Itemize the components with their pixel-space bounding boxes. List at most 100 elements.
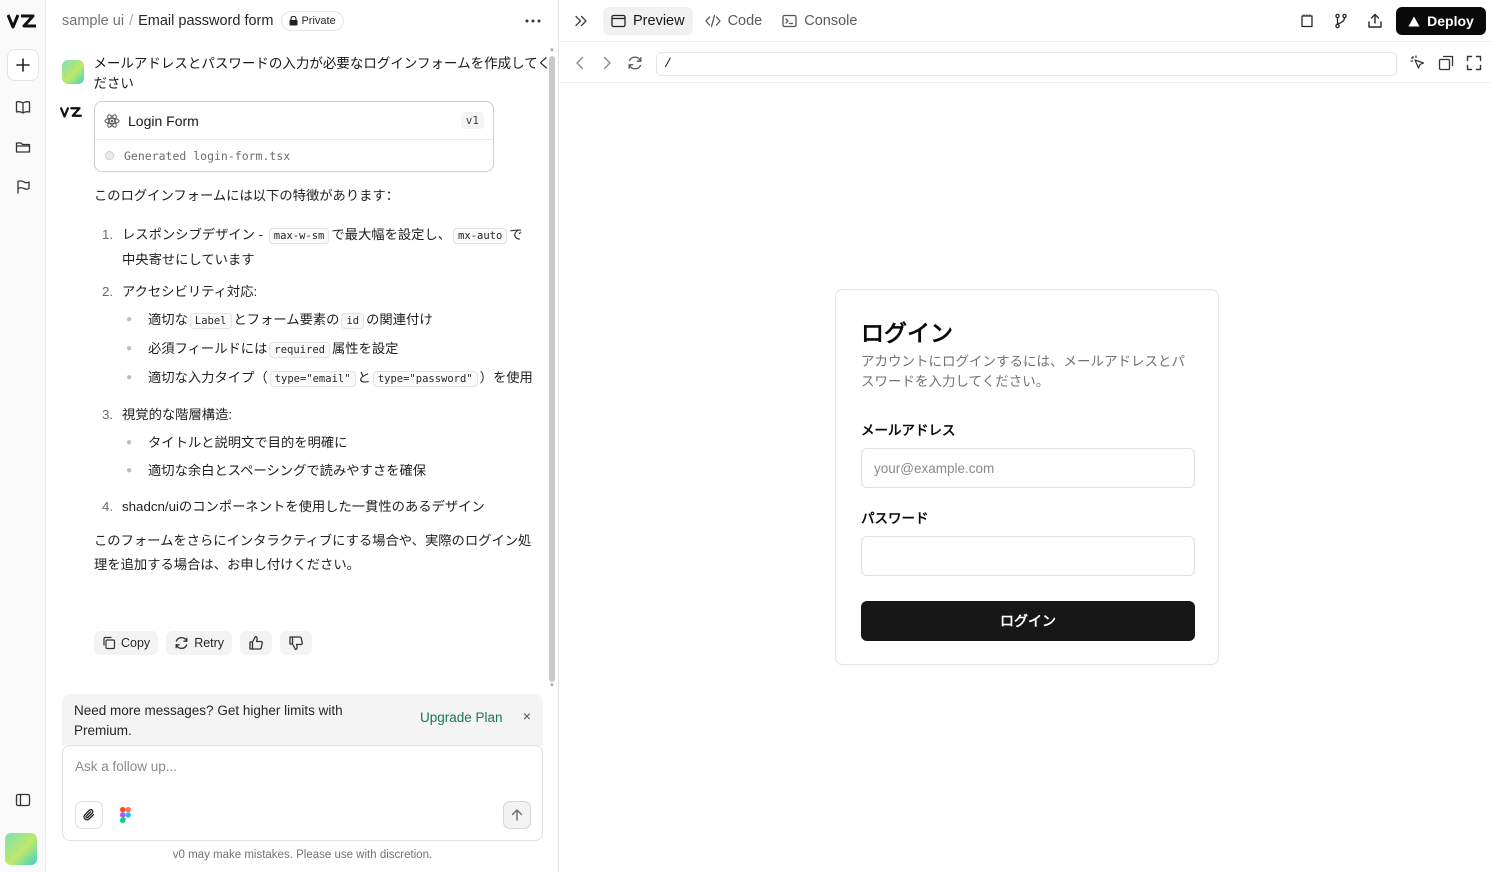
thumbs-up-icon: [249, 635, 263, 650]
git-branch-icon[interactable]: [1331, 11, 1351, 31]
text-segment: で最大幅を設定し、: [331, 227, 452, 242]
text-segment: レスポンシブデザイン -: [122, 227, 267, 242]
new-chat-button[interactable]: [7, 49, 39, 81]
more-options-icon[interactable]: [522, 11, 544, 31]
figma-import-button[interactable]: [115, 805, 135, 825]
sub-list-item: ● タイトルと説明文で目的を明確に: [122, 431, 534, 455]
text-segment: 適切な入力タイプ（: [148, 370, 268, 385]
fullscreen-icon[interactable]: [1466, 55, 1482, 71]
tab-preview[interactable]: Preview: [603, 7, 693, 35]
collapse-chevrons-icon[interactable]: [572, 12, 590, 30]
sub-item-text: 適切な余白とスペーシングで読みやすさを確保: [148, 463, 427, 478]
list-item: 3. 視覚的な階層構造: ● タイトルと説明文で目的を明確に ● 適切な余白とスペー…: [94, 403, 534, 487]
bullet-icon: ●: [126, 343, 133, 354]
thumbs-down-button[interactable]: [280, 631, 313, 655]
forward-arrow-icon[interactable]: [599, 55, 615, 71]
list-number: 1.: [102, 227, 114, 242]
tab-console[interactable]: Console: [774, 7, 865, 35]
email-field[interactable]: [861, 448, 1195, 488]
answer-closing: このフォームをさらにインタラクティブにする場合や、実際のログイン処理を追加する場…: [94, 533, 532, 572]
folder-icon[interactable]: [7, 131, 39, 163]
tab-console-label: Console: [804, 13, 858, 29]
text-segment: とフォーム要素の: [233, 312, 340, 327]
user-avatar[interactable]: [5, 833, 37, 865]
url-input[interactable]: /: [656, 52, 1397, 76]
scroll-down-arrow-icon[interactable]: ▼: [549, 683, 555, 689]
chat-title[interactable]: Email password form: [138, 13, 273, 29]
flag-icon[interactable]: [7, 171, 39, 203]
back-arrow-icon[interactable]: [572, 55, 588, 71]
copy-icon: [103, 636, 116, 650]
list-item: 2. アクセシビリティ対応: ● 適切な Label とフォーム要素の id の関連付け …: [94, 280, 534, 395]
list-number: 3.: [102, 407, 114, 422]
open-new-window-icon[interactable]: [1438, 55, 1454, 71]
disclaimer-text: v0 may make mistakes. Please use with di…: [172, 849, 433, 861]
sub-list: ● 適切な Label とフォーム要素の id の関連付け ● 必須フィールドには requi…: [122, 308, 534, 391]
password-label: パスワード: [861, 511, 929, 526]
inline-code: max-w-sm: [268, 228, 330, 244]
figma-icon: [119, 807, 131, 823]
toolbar-actions: [1297, 11, 1385, 31]
react-icon: [104, 113, 120, 128]
inline-code: Label: [189, 313, 232, 329]
chat-scrollbar[interactable]: [549, 56, 555, 682]
version-snapshot-icon[interactable]: [1297, 11, 1317, 31]
copy-button[interactable]: Copy: [94, 631, 159, 655]
breadcrumb-project[interactable]: sample ui: [62, 13, 124, 29]
inline-code: mx-auto: [453, 228, 508, 244]
message-list[interactable]: メールアドレスとパスワードの入力が必要なログインフォームを作成してください Lo…: [46, 42, 559, 692]
generation-status: Generated login-form.tsx: [95, 140, 493, 171]
bullet-icon: ●: [126, 372, 133, 383]
password-field[interactable]: [861, 536, 1195, 576]
tab-preview-label: Preview: [633, 13, 685, 29]
reload-icon[interactable]: [627, 55, 643, 71]
generation-card-header: Login Form v1: [95, 102, 493, 140]
message-actions: Copy Retry: [94, 631, 313, 655]
list-item-text: shadcn/uiのコンポーネントを使用した一貫性のあるデザイン: [122, 499, 485, 514]
login-submit-button[interactable]: ログイン: [861, 601, 1195, 641]
status-dot-icon: [105, 151, 114, 160]
scroll-up-arrow-icon[interactable]: ▲: [549, 47, 555, 53]
share-upload-icon[interactable]: [1365, 11, 1385, 31]
send-button[interactable]: [503, 801, 531, 829]
deploy-button[interactable]: Deploy: [1396, 7, 1486, 35]
thumbs-up-button[interactable]: [240, 631, 273, 655]
library-icon[interactable]: [7, 91, 39, 123]
code-icon: [704, 14, 721, 28]
preview-icon: [611, 14, 626, 28]
sub-list-item: ● 必須フィールドには required 属性を設定: [122, 337, 534, 362]
user-message: メールアドレスとパスワードの入力が必要なログインフォームを作成してください: [62, 52, 559, 92]
sidebar-panel-icon[interactable]: [7, 784, 39, 816]
close-icon[interactable]: ×: [523, 708, 531, 724]
copy-label: Copy: [121, 636, 151, 650]
tab-code-label: Code: [727, 13, 763, 29]
list-item-title: アクセシビリティ対応:: [122, 284, 258, 299]
retry-label: Retry: [194, 636, 225, 650]
tab-code[interactable]: Code: [697, 7, 771, 35]
generation-card[interactable]: Login Form v1 Generated login-form.tsx: [94, 101, 494, 172]
inline-code: type="email": [269, 371, 356, 387]
retry-button[interactable]: Retry: [166, 631, 233, 655]
v0-assistant-icon: [60, 105, 84, 119]
refresh-icon: [175, 637, 188, 649]
element-select-icon[interactable]: [1410, 55, 1426, 71]
attach-button[interactable]: [75, 801, 103, 829]
list-item-text: レスポンシブデザイン - max-w-sm で最大幅を設定し、 mx-auto で中央…: [122, 223, 534, 272]
preview-url-bar: /: [560, 43, 1491, 83]
list-item-title: 視覚的な階層構造:: [122, 407, 233, 422]
follow-up-input[interactable]: [75, 759, 495, 774]
console-icon: [782, 14, 797, 28]
paperclip-icon: [83, 808, 95, 821]
v0-logo-icon[interactable]: [7, 5, 39, 37]
thumbs-down-icon: [289, 636, 303, 651]
bullet-icon: ●: [126, 437, 133, 448]
inline-code: id: [341, 313, 365, 329]
text-segment: 必須フィールドには: [148, 341, 268, 356]
view-tabs: Preview Code Console: [603, 7, 865, 35]
list-item-body: 視覚的な階層構造: ● タイトルと説明文で目的を明確に ● 適切な余白とスペーシング…: [122, 403, 534, 487]
upgrade-plan-link[interactable]: Upgrade Plan: [420, 710, 503, 725]
sub-list-item: ● 適切な Label とフォーム要素の id の関連付け: [122, 308, 534, 333]
login-description: アカウントにログインするには、メールアドレスとパスワードを入力してください。: [861, 354, 1185, 389]
private-badge[interactable]: Private: [281, 11, 344, 31]
text-segment: と: [357, 370, 371, 385]
